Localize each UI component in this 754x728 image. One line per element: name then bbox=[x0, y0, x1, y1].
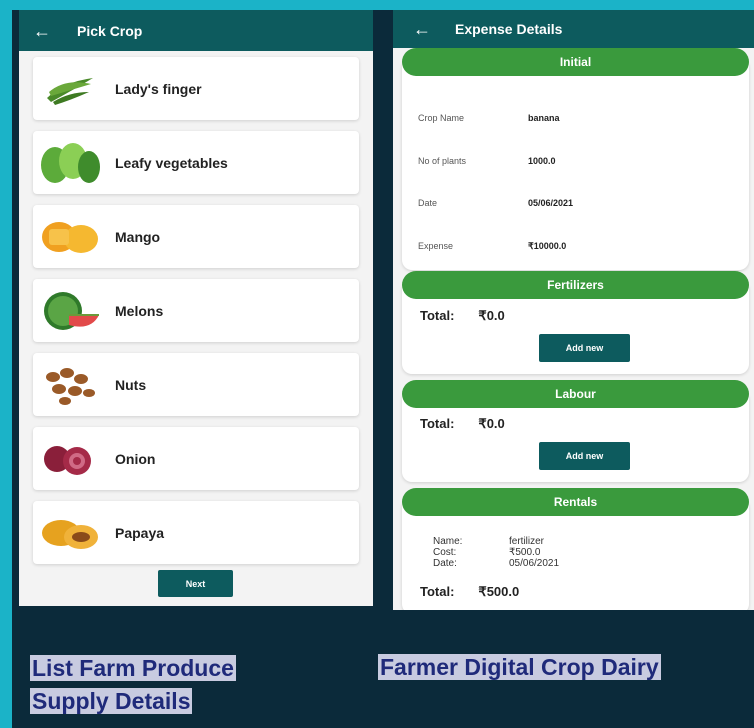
crop-item-papaya[interactable]: Papaya bbox=[33, 501, 359, 564]
mango-icon bbox=[39, 215, 101, 259]
fertilizers-header: Fertilizers bbox=[402, 271, 749, 299]
crop-label: Mango bbox=[115, 228, 161, 245]
row-value: banana bbox=[528, 113, 560, 123]
crop-name-row: Crop Name banana bbox=[418, 113, 560, 123]
top-border bbox=[0, 0, 754, 10]
crop-item-ladys-finger[interactable]: Lady's finger bbox=[33, 57, 359, 120]
crop-item-onion[interactable]: Onion bbox=[33, 427, 359, 490]
fertilizers-card: Total: ₹0.0 Add new bbox=[402, 286, 749, 374]
right-caption-text: Farmer Digital Crop Dairy bbox=[378, 654, 661, 680]
left-caption: List Farm Produce Supply Details bbox=[30, 652, 236, 718]
initial-card: Crop Name banana No of plants 1000.0 Date 0… bbox=[402, 64, 749, 270]
crop-label: Papaya bbox=[115, 524, 165, 541]
rental-date: Date: 05/06/2021 bbox=[433, 558, 559, 569]
row-value: 1000.0 bbox=[528, 156, 556, 166]
onion-icon bbox=[39, 437, 101, 481]
initial-header: Initial bbox=[402, 48, 749, 76]
row-key: Expense bbox=[418, 241, 454, 251]
pick-crop-screen: ← Pick Crop Lady's finger Leafy vegetabl… bbox=[19, 10, 373, 606]
papaya-icon bbox=[39, 511, 101, 555]
back-arrow-icon[interactable]: ← bbox=[33, 22, 51, 40]
date-row: Date 05/06/2021 bbox=[418, 198, 573, 208]
expense-row: Expense ₹10000.0 bbox=[418, 241, 566, 252]
rental-key: Date: bbox=[433, 558, 457, 569]
rental-value: ₹500.0 bbox=[509, 547, 541, 558]
fertilizers-total: Total: ₹0.0 bbox=[420, 308, 505, 324]
crop-item-nuts[interactable]: Nuts bbox=[33, 353, 359, 416]
page-title: Expense Details bbox=[455, 21, 563, 37]
row-value: ₹10000.0 bbox=[528, 241, 567, 251]
crop-label: Leafy vegetables bbox=[115, 154, 228, 171]
page-title: Pick Crop bbox=[77, 22, 143, 39]
rentals-header: Rentals bbox=[402, 488, 749, 516]
left-caption-line1: List Farm Produce bbox=[30, 655, 236, 681]
crop-label: Melons bbox=[115, 302, 164, 319]
left-caption-line2: Supply Details bbox=[30, 688, 193, 714]
total-value: ₹0.0 bbox=[478, 416, 505, 431]
next-button[interactable]: Next bbox=[158, 570, 233, 597]
crop-label: Nuts bbox=[115, 376, 147, 393]
rentals-card: Name: fertilizer Cost: ₹500.0 Date: 05/06/2… bbox=[402, 504, 749, 610]
plants-row: No of plants 1000.0 bbox=[418, 156, 556, 166]
crop-label: Lady's finger bbox=[115, 80, 202, 97]
row-key: No of plants bbox=[418, 156, 467, 166]
labour-header: Labour bbox=[402, 380, 749, 408]
crop-item-melons[interactable]: Melons bbox=[33, 279, 359, 342]
nuts-icon bbox=[39, 363, 101, 407]
crop-item-leafy-vegetables[interactable]: Leafy vegetables bbox=[33, 131, 359, 194]
rental-key: Cost: bbox=[433, 547, 457, 558]
rental-key: Name: bbox=[433, 536, 463, 547]
total-label: Total: bbox=[420, 416, 455, 431]
add-labour-button[interactable]: Add new bbox=[539, 442, 630, 470]
right-caption: Farmer Digital Crop Dairy bbox=[378, 654, 661, 681]
rental-value: fertilizer bbox=[509, 536, 545, 547]
pick-crop-appbar: ← Pick Crop bbox=[19, 10, 373, 51]
expense-appbar: ← Expense Details bbox=[393, 10, 754, 48]
row-value: 05/06/2021 bbox=[528, 198, 574, 208]
row-key: Crop Name bbox=[418, 113, 465, 123]
melon-icon bbox=[39, 289, 101, 333]
total-label: Total: bbox=[420, 584, 455, 599]
expense-details-screen: ← Expense Details Crop Name banana No of … bbox=[393, 10, 754, 610]
add-fertilizer-button[interactable]: Add new bbox=[539, 334, 630, 362]
rental-cost: Cost: ₹500.0 bbox=[433, 547, 540, 558]
rentals-total: Total: ₹500.0 bbox=[420, 584, 519, 600]
rental-name: Name: fertilizer bbox=[433, 536, 544, 547]
labour-card: Total: ₹0.0 Add new bbox=[402, 396, 749, 482]
left-border bbox=[0, 0, 12, 728]
crop-item-mango[interactable]: Mango bbox=[33, 205, 359, 268]
back-arrow-icon[interactable]: ← bbox=[413, 20, 431, 38]
crop-list: Lady's finger Leafy vegetables Mango Mel… bbox=[19, 51, 373, 564]
total-label: Total: bbox=[420, 308, 455, 323]
total-value: ₹500.0 bbox=[478, 584, 520, 599]
leafy-icon bbox=[39, 141, 101, 185]
okra-icon bbox=[39, 67, 101, 111]
total-value: ₹0.0 bbox=[478, 308, 505, 323]
row-key: Date bbox=[418, 198, 438, 208]
labour-total: Total: ₹0.0 bbox=[420, 416, 505, 432]
rental-value: 05/06/2021 bbox=[509, 558, 560, 569]
crop-label: Onion bbox=[115, 450, 156, 467]
